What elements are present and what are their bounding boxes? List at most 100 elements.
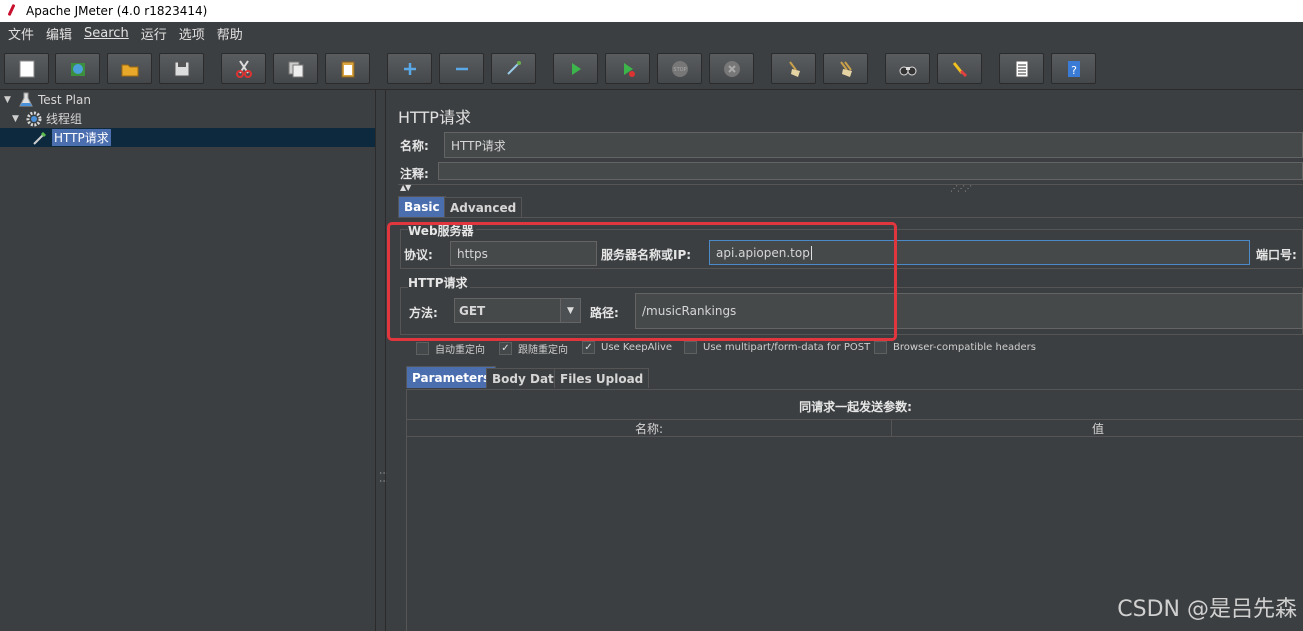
binoculars-icon: [899, 66, 916, 75]
checkmark-icon[interactable]: ✓: [499, 342, 512, 355]
name-label: 名称:: [400, 139, 429, 153]
tab-advanced[interactable]: Advanced: [444, 197, 523, 217]
protocol-field[interactable]: https: [450, 241, 597, 266]
name-field-value: HTTP请求: [451, 138, 506, 153]
multipart-checkbox[interactable]: Use multipart/form-data for POST: [684, 341, 870, 354]
tab-underline: [398, 217, 1303, 218]
stop-icon: STOP: [671, 60, 688, 77]
play-no-pause-icon: [623, 62, 635, 77]
menu-edit[interactable]: 编辑: [40, 24, 78, 43]
method-select[interactable]: GET ▼: [454, 298, 581, 323]
cut-button[interactable]: [221, 53, 266, 84]
toggle-icon: [506, 60, 521, 75]
tab-parameters[interactable]: Parameters: [406, 366, 497, 388]
keepalive-checkbox[interactable]: ✓ Use KeepAlive: [582, 341, 672, 354]
checkbox-unchecked-icon[interactable]: [416, 342, 429, 355]
jmeter-feather-icon: [6, 4, 18, 18]
test-plan-tree: ▼ Test Plan ▼ 线程组 HTTP请求: [0, 90, 376, 631]
play-icon: [571, 62, 581, 75]
expand-arrow-icon[interactable]: ▼: [4, 95, 14, 105]
follow-redirects-checkbox[interactable]: ✓ 跟随重定向: [499, 341, 568, 356]
protocol-label: 协议:: [404, 248, 433, 262]
protocol-field-value: https: [457, 246, 488, 261]
tab-files-upload[interactable]: Files Upload: [554, 368, 650, 388]
panel-title: HTTP请求: [398, 108, 471, 127]
open-button[interactable]: [107, 53, 152, 84]
server-name-label: 服务器名称或IP:: [601, 248, 692, 262]
path-field[interactable]: /musicRankings: [635, 293, 1303, 329]
http-request-section-title: HTTP请求: [408, 274, 470, 291]
svg-text:STOP: STOP: [673, 67, 686, 73]
save-button[interactable]: [159, 53, 204, 84]
menu-file[interactable]: 文件: [2, 24, 40, 43]
comment-field[interactable]: [438, 162, 1303, 180]
clear-button[interactable]: [771, 53, 816, 84]
reset-search-button[interactable]: [937, 53, 982, 84]
column-header-value[interactable]: 值: [892, 420, 1303, 437]
shutdown-icon: [723, 60, 740, 77]
paste-button[interactable]: [325, 53, 370, 84]
expand-arrow-icon[interactable]: ▼: [12, 114, 22, 124]
tab-parameters-label: Parameters: [412, 370, 491, 385]
stop-button[interactable]: STOP: [657, 53, 702, 84]
tree-item-test-plan[interactable]: ▼ Test Plan: [4, 90, 91, 109]
new-button[interactable]: [4, 53, 49, 84]
clear-broom-icon: [788, 60, 800, 77]
minus-icon: [455, 67, 468, 70]
shutdown-button[interactable]: [709, 53, 754, 84]
collapse-button[interactable]: [439, 53, 484, 84]
collapse-bar[interactable]: ▲▼ ⋰⋰⋰: [398, 183, 1303, 193]
list-icon: [1015, 60, 1028, 77]
help-icon: ?: [1067, 60, 1080, 77]
start-no-pauses-button[interactable]: [605, 53, 650, 84]
checkmark-icon[interactable]: ✓: [582, 341, 595, 354]
window-titlebar: Apache JMeter (4.0 r1823414): [0, 0, 1303, 22]
path-field-value: /musicRankings: [642, 304, 737, 318]
browser-headers-checkbox[interactable]: Browser-compatible headers: [874, 341, 1036, 354]
expand-button[interactable]: [387, 53, 432, 84]
menu-help[interactable]: 帮助: [211, 24, 249, 43]
clear-all-broom-icon: [839, 60, 852, 77]
checkbox-label: 跟随重定向: [518, 345, 568, 356]
tree-item-label: Test Plan: [38, 92, 91, 107]
menu-run[interactable]: 运行: [135, 24, 173, 43]
help-button[interactable]: ?: [1051, 53, 1096, 84]
port-label: 端口号:: [1256, 248, 1297, 262]
resize-grip-icon[interactable]: ⋰⋰⋰: [950, 184, 972, 193]
tree-item-http-request[interactable]: HTTP请求: [32, 128, 111, 147]
thread-group-gear-icon: [26, 111, 42, 127]
menu-search[interactable]: Search: [78, 26, 135, 41]
http-request-panel: HTTP请求 名称: HTTP请求 注释: ▲▼ ⋰⋰⋰ Basic Advan…: [387, 90, 1303, 631]
name-field[interactable]: HTTP请求: [444, 132, 1303, 158]
split-pane-divider[interactable]: ⋮⋮: [376, 90, 389, 631]
toggle-button[interactable]: [491, 53, 536, 84]
server-name-field[interactable]: api.apiopen.top: [709, 240, 1250, 265]
checkbox-unchecked-icon[interactable]: [874, 341, 887, 354]
copy-button[interactable]: [273, 53, 318, 84]
clear-all-button[interactable]: [823, 53, 868, 84]
tree-item-label: HTTP请求: [52, 129, 111, 146]
menubar: 文件 编辑 Search 运行 选项 帮助: [0, 22, 1303, 44]
collapse-arrows-icon[interactable]: ▲▼: [400, 183, 411, 192]
path-label: 路径:: [590, 306, 619, 320]
open-folder-icon: [121, 64, 138, 76]
tab-basic[interactable]: Basic: [398, 196, 446, 217]
auto-redirect-checkbox[interactable]: 自动重定向: [416, 341, 485, 356]
method-label: 方法:: [409, 306, 438, 320]
checkbox-label: Use multipart/form-data for POST: [703, 342, 871, 353]
templates-button[interactable]: [55, 53, 100, 84]
function-helper-button[interactable]: [999, 53, 1044, 84]
search-button[interactable]: [885, 53, 930, 84]
start-button[interactable]: [553, 53, 598, 84]
server-name-field-value: api.apiopen.top: [716, 245, 810, 260]
paste-icon: [341, 61, 354, 77]
toolbar: STOP ?: [0, 48, 1303, 88]
menu-options[interactable]: 选项: [173, 24, 211, 43]
chevron-down-icon[interactable]: ▼: [560, 299, 580, 322]
tree-item-label: 线程组: [46, 112, 83, 126]
checkbox-unchecked-icon[interactable]: [684, 341, 697, 354]
cut-icon: [235, 59, 252, 78]
tree-item-thread-group[interactable]: ▼ 线程组: [12, 109, 82, 128]
column-header-name[interactable]: 名称:: [407, 420, 892, 437]
checkbox-label: Use KeepAlive: [601, 342, 673, 353]
